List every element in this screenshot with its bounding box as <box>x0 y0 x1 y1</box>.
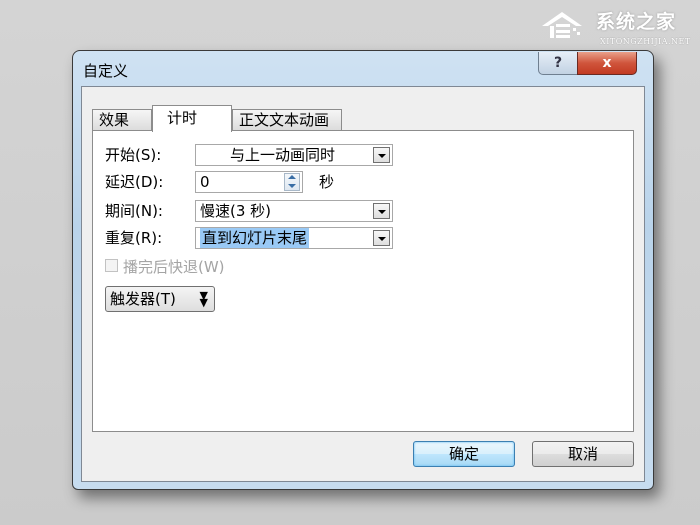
cancel-button[interactable]: 取消 <box>532 441 634 467</box>
trigger-button[interactable]: 触发器(T) ▼ ▼ <box>105 286 215 312</box>
watermark-brand: 系统之家 <box>596 11 677 33</box>
watermark-site: XITONGZHIJIA.NET <box>600 37 691 46</box>
rewind-checkbox[interactable] <box>105 259 118 272</box>
spin-up-icon[interactable] <box>288 175 296 179</box>
repeat-label: 重复(R): <box>105 229 163 247</box>
delay-label: 延迟(D): <box>105 173 164 191</box>
timing-panel: 开始(S): 与上一动画同时 延迟(D): 0 秒 期间(N): 慢速(3 秒) <box>92 130 634 432</box>
start-label: 开始(S): <box>105 146 162 164</box>
delay-value: 0 <box>200 173 210 191</box>
dialog-client-area: 效果 计时 正文文本动画 开始(S): 与上一动画同时 延迟(D): 0 秒 期… <box>81 86 645 482</box>
tab-timing[interactable]: 计时 <box>152 105 232 132</box>
duration-row: 期间(N): 慢速(3 秒) <box>105 199 625 223</box>
tab-text-animation[interactable]: 正文文本动画 <box>232 109 342 130</box>
repeat-select[interactable]: 直到幻灯片末尾 <box>195 227 393 249</box>
close-button[interactable]: x <box>577 52 637 75</box>
duration-label: 期间(N): <box>105 202 163 220</box>
double-chevron-down-icon: ▼ ▼ <box>199 289 208 309</box>
chevron-down-icon[interactable] <box>373 203 390 219</box>
delay-input[interactable]: 0 <box>195 171 303 193</box>
custom-dialog: 自定义 ? x 效果 计时 正文文本动画 开始(S): 与上一动画同时 延迟(D… <box>72 50 654 490</box>
tab-effect[interactable]: 效果 <box>92 109 152 130</box>
start-row: 开始(S): 与上一动画同时 <box>105 143 625 167</box>
start-value: 与上一动画同时 <box>230 146 336 164</box>
trigger-label: 触发器(T) <box>110 290 176 308</box>
start-select[interactable]: 与上一动画同时 <box>195 144 393 166</box>
repeat-row: 重复(R): 直到幻灯片末尾 <box>105 226 625 250</box>
ok-button[interactable]: 确定 <box>413 441 515 467</box>
help-button[interactable]: ? <box>538 52 578 75</box>
duration-select[interactable]: 慢速(3 秒) <box>195 200 393 222</box>
rewind-label: 播完后快退(W) <box>123 258 225 276</box>
help-icon: ? <box>553 55 563 71</box>
close-icon: x <box>602 55 612 71</box>
chevron-down-icon[interactable] <box>373 230 390 246</box>
delay-unit: 秒 <box>319 173 335 191</box>
chevron-down-icon[interactable] <box>373 147 390 163</box>
house-logo-icon <box>542 12 582 38</box>
dialog-title: 自定义 <box>83 62 129 80</box>
duration-value: 慢速(3 秒) <box>200 202 272 220</box>
repeat-value: 直到幻灯片末尾 <box>200 228 310 248</box>
spin-down-icon[interactable] <box>288 184 296 188</box>
delay-spinner[interactable] <box>284 173 300 191</box>
rewind-row: 播完后快退(W) <box>105 255 305 279</box>
delay-row: 延迟(D): 0 秒 <box>105 170 625 194</box>
watermark: 系统之家 XITONGZHIJIA.NET <box>514 4 694 50</box>
